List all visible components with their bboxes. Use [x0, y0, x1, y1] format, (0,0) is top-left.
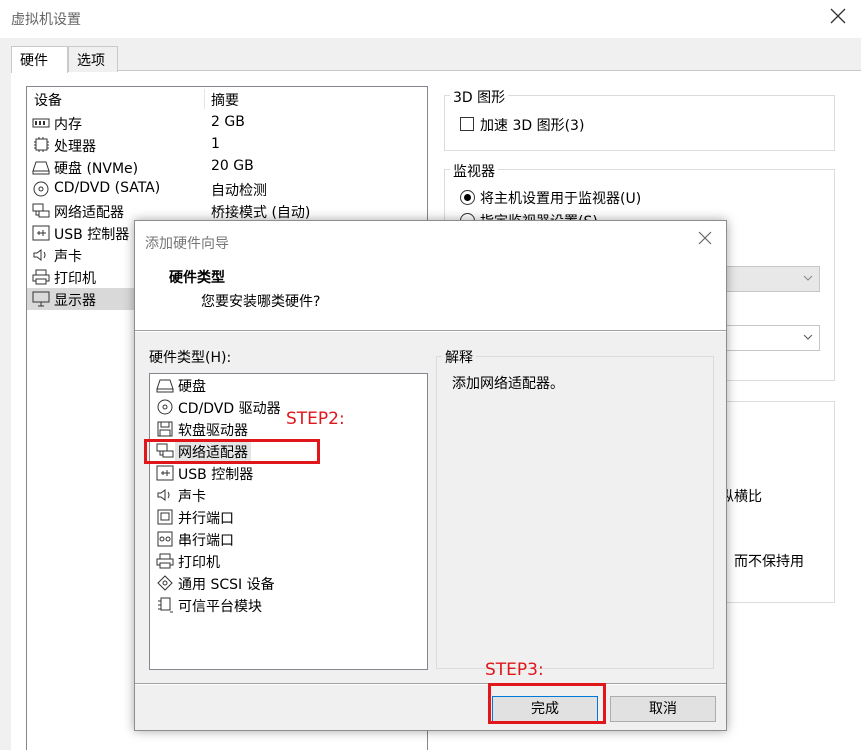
floppy-icon [157, 421, 173, 437]
device-summary: 桥接模式 (自动) [211, 205, 311, 221]
graphics-group-title: 3D 图形 [450, 87, 509, 107]
chevron-down-icon [803, 275, 813, 281]
device-name: 显示器 [54, 293, 96, 309]
hw-item-scsi[interactable]: 通用 SCSI 设备 [150, 572, 427, 594]
dialog-subheading: 您要安装哪类硬件? [201, 294, 321, 310]
device-name: 声卡 [54, 249, 82, 265]
hw-item-usb[interactable]: USB 控制器 [150, 462, 427, 484]
header-divider-highlight [135, 331, 726, 332]
device-summary: 自动检测 [211, 183, 267, 199]
stretch-mode-text: 而不保持用 [734, 554, 804, 570]
dialog-title: 添加硬件向导 [145, 236, 229, 252]
cpu-icon [34, 137, 49, 152]
device-row-processor[interactable]: 处理器 1 [27, 134, 427, 156]
hw-item-label: USB 控制器 [178, 467, 254, 483]
scsi-icon [157, 575, 173, 591]
dialog-heading: 硬件类型 [169, 270, 225, 286]
close-icon[interactable] [698, 231, 712, 245]
device-name: USB 控制器 [54, 227, 130, 243]
monitor-group-title: 监视器 [450, 161, 498, 181]
use-host-label: 将主机设置用于监视器(U) [480, 191, 642, 207]
device-row-hard-disk[interactable]: 硬盘 (NVMe) 20 GB [27, 156, 427, 178]
footer-divider-highlight [135, 684, 726, 685]
accelerate-3d-label: 加速 3D 图形(3) [480, 118, 585, 134]
hw-item-tpm[interactable]: 可信平台模块 [150, 594, 427, 616]
dialog-title-bar: 添加硬件向导 [135, 221, 726, 259]
network-adapter-icon [32, 203, 50, 218]
device-name: 网络适配器 [54, 205, 124, 221]
close-icon[interactable] [829, 7, 847, 25]
add-hardware-wizard: 添加硬件向导 硬件类型 您要安装哪类硬件? 硬件类型(H): 硬盘 CD/DVD… [134, 220, 727, 731]
accelerate-3d-checkbox[interactable] [460, 117, 474, 131]
device-row-network-adapter[interactable]: 网络适配器 桥接模式 (自动) [27, 200, 427, 222]
chevron-down-icon [803, 334, 813, 340]
tab-hardware[interactable]: 硬件 [11, 46, 68, 73]
hw-item-label: 通用 SCSI 设备 [178, 577, 275, 593]
device-name: 内存 [54, 117, 82, 133]
speaker-icon [33, 249, 46, 261]
step2-annotation: STEP2: [286, 409, 345, 429]
device-summary: 20 GB [211, 158, 254, 174]
step2-highlight-box [144, 439, 320, 464]
cancel-button[interactable]: 取消 [610, 696, 716, 722]
hw-item-label: 打印机 [178, 555, 220, 571]
hw-item-serial-port[interactable]: 串行端口 [150, 528, 427, 550]
explanation-text: 添加网络适配器。 [452, 376, 564, 392]
device-name: 处理器 [54, 139, 96, 155]
hw-item-sound[interactable]: 声卡 [150, 484, 427, 506]
serial-port-icon [157, 531, 173, 547]
usb-icon [156, 465, 174, 481]
tab-options[interactable]: 选项 [68, 46, 118, 72]
hw-item-label: 声卡 [178, 489, 206, 505]
cd-dvd-icon [157, 399, 173, 415]
device-name: 硬盘 (NVMe) [54, 161, 139, 177]
window-title: 虚拟机设置 [11, 12, 81, 28]
memory-icon [32, 118, 50, 128]
usb-icon [32, 225, 50, 241]
column-divider [204, 89, 205, 109]
hw-item-label: 软盘驱动器 [178, 423, 248, 439]
hardware-type-label: 硬件类型(H): [149, 350, 232, 366]
hw-item-label: CD/DVD 驱动器 [178, 401, 281, 417]
explanation-label: 解释 [442, 347, 476, 367]
speaker-icon [157, 489, 170, 501]
device-summary: 2 GB [211, 114, 245, 130]
step3-highlight-box [488, 683, 606, 724]
hard-disk-icon [156, 379, 174, 393]
device-column-header[interactable]: 设备 [34, 90, 62, 110]
cd-dvd-icon [33, 181, 49, 197]
explanation-group [436, 356, 714, 669]
printer-icon [32, 269, 50, 285]
tpm-icon [158, 597, 173, 613]
hard-disk-icon [32, 161, 50, 175]
hw-item-label: 可信平台模块 [178, 599, 262, 615]
step3-annotation: STEP3: [485, 660, 544, 680]
hw-item-label: 并行端口 [178, 511, 234, 527]
device-row-memory[interactable]: 内存 2 GB [27, 112, 427, 134]
hw-item-hard-disk[interactable]: 硬盘 [150, 374, 427, 396]
use-host-radio[interactable] [460, 190, 475, 205]
printer-icon [156, 553, 174, 569]
device-name: CD/DVD (SATA) [54, 180, 161, 196]
device-name: 打印机 [54, 271, 96, 287]
hw-item-printer[interactable]: 打印机 [150, 550, 427, 572]
device-summary: 1 [211, 136, 220, 152]
device-row-cd-dvd[interactable]: CD/DVD (SATA) 自动检测 [27, 178, 427, 200]
dialog-header: 硬件类型 您要安装哪类硬件? [135, 259, 726, 331]
monitor-icon [32, 291, 50, 307]
main-title-bar: 虚拟机设置 [0, 0, 861, 38]
hw-item-label: 串行端口 [178, 533, 234, 549]
hw-item-label: 硬盘 [178, 379, 206, 395]
parallel-port-icon [157, 509, 173, 525]
summary-column-header[interactable]: 摘要 [211, 90, 239, 110]
hw-item-parallel-port[interactable]: 并行端口 [150, 506, 427, 528]
